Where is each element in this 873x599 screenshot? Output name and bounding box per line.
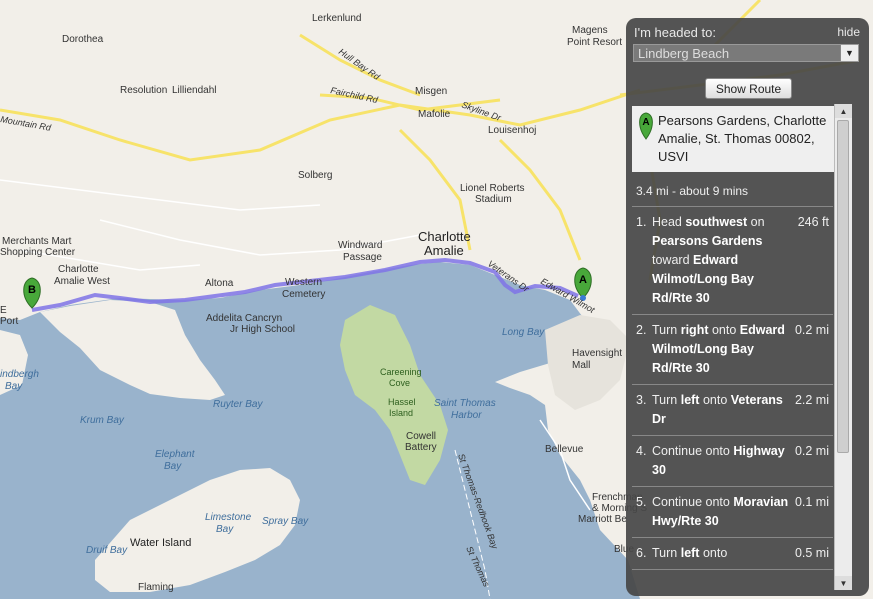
start-address: A Pearsons Gardens, Charlotte Amalie, St… bbox=[632, 106, 837, 172]
step-number: 4. bbox=[636, 444, 647, 458]
label-limestone-2: Bay bbox=[216, 524, 234, 535]
label-cowell-1: Cowell bbox=[406, 431, 436, 442]
panel-heading: I'm headed to: bbox=[634, 25, 716, 40]
destination-value: Lindberg Beach bbox=[638, 46, 730, 61]
label-cowell-2: Battery bbox=[405, 442, 437, 453]
label-limestone-1: Limestone bbox=[205, 512, 252, 523]
label-havensight-2: Mall bbox=[572, 360, 590, 371]
step-distance: 0.5 mi bbox=[794, 546, 829, 560]
step-distance: 246 ft bbox=[797, 215, 829, 229]
dropdown-arrow-icon[interactable]: ▼ bbox=[840, 45, 858, 61]
step-6[interactable]: 6. Turn left onto 0.5 mi bbox=[632, 538, 833, 570]
label-lindbergh-1: indbergh bbox=[0, 369, 39, 380]
start-address-text: Pearsons Gardens, Charlotte Amalie, St. … bbox=[658, 113, 827, 164]
svg-text:A: A bbox=[642, 117, 649, 128]
label-louisenhoj: Louisenhoj bbox=[488, 125, 536, 136]
step-number: 1. bbox=[636, 215, 647, 229]
show-route-button[interactable]: Show Route bbox=[705, 78, 792, 99]
label-bellevue: Bellevue bbox=[545, 444, 584, 455]
label-long-bay: Long Bay bbox=[502, 327, 545, 338]
label-addelita-2: Jr High School bbox=[230, 324, 295, 335]
label-merchants-1: Merchants Mart bbox=[2, 236, 72, 247]
label-marriott: Marriott Be bbox=[578, 514, 627, 525]
step-number: 2. bbox=[636, 323, 647, 337]
label-e: E bbox=[0, 305, 7, 316]
label-mafolie: Mafolie bbox=[418, 109, 451, 120]
label-resolution: Resolution bbox=[120, 85, 167, 96]
svg-text:B: B bbox=[28, 284, 36, 296]
label-krum: Krum Bay bbox=[80, 415, 125, 426]
directions-panel: I'm headed to: hide Lindberg Beach ▼ Sho… bbox=[626, 18, 869, 596]
step-distance: 2.2 mi bbox=[794, 393, 829, 407]
label-water-island: Water Island bbox=[130, 537, 191, 549]
marker-a-icon: A bbox=[639, 112, 653, 140]
label-western-1: Western bbox=[285, 277, 322, 288]
step-2[interactable]: 2. Turn right onto Edward Wilmot/Long Ba… bbox=[632, 315, 833, 385]
scroll-up-icon[interactable]: ▲ bbox=[835, 104, 852, 118]
label-havensight-1: Havensight bbox=[572, 348, 622, 359]
directions-scrollbar[interactable]: ▲ ▼ bbox=[834, 104, 852, 590]
label-careening-2: Cove bbox=[389, 378, 410, 388]
label-addelita-1: Addelita Cancryn bbox=[206, 313, 282, 324]
step-1[interactable]: 1. Head southwest on Pearsons Gardens to… bbox=[632, 207, 833, 315]
label-druif: Druif Bay bbox=[86, 545, 128, 556]
step-distance: 0.1 mi bbox=[794, 495, 829, 509]
hide-link[interactable]: hide bbox=[837, 25, 860, 39]
label-lindbergh-2: Bay bbox=[5, 381, 23, 392]
directions-list[interactable]: A Pearsons Gardens, Charlotte Amalie, St… bbox=[632, 106, 855, 590]
step-number: 3. bbox=[636, 393, 647, 407]
label-port: Port bbox=[0, 316, 19, 327]
label-careening-1: Careening bbox=[380, 367, 422, 377]
step-3[interactable]: 3. Turn left onto Veterans Dr 2.2 mi bbox=[632, 385, 833, 436]
label-dorothea: Dorothea bbox=[62, 34, 104, 45]
step-5[interactable]: 5. Continue onto Moravian Hwy/Rte 30 0.1… bbox=[632, 487, 833, 538]
label-charlotte-1: Charlotte bbox=[418, 229, 471, 244]
scrollbar-thumb[interactable] bbox=[837, 120, 849, 453]
step-distance: 0.2 mi bbox=[794, 323, 829, 337]
step-number: 6. bbox=[636, 546, 647, 560]
step-4[interactable]: 4. Continue onto Highway 30 0.2 mi bbox=[632, 436, 833, 487]
label-windward-1: Windward bbox=[338, 240, 382, 251]
label-spray-bay: Spray Bay bbox=[262, 516, 309, 527]
label-solberg: Solberg bbox=[298, 170, 332, 181]
label-merchants-2: Shopping Center bbox=[0, 247, 76, 258]
label-ruyter: Ruyter Bay bbox=[213, 399, 263, 410]
label-flamingo: Flaming bbox=[138, 582, 174, 593]
label-lionel-1: Lionel Roberts bbox=[460, 183, 524, 194]
destination-select[interactable]: Lindberg Beach ▼ bbox=[633, 44, 859, 62]
label-saint-thomas-2: Harbor bbox=[451, 410, 482, 421]
label-charlotte-2: Amalie bbox=[424, 243, 464, 258]
label-point-resort: Point Resort bbox=[567, 37, 622, 48]
label-lionel-2: Stadium bbox=[475, 194, 512, 205]
label-saint-thomas-1: Saint Thomas bbox=[434, 398, 496, 409]
svg-text:A: A bbox=[579, 274, 587, 286]
label-western-2: Cemetery bbox=[282, 289, 325, 300]
label-lilliendahl: Lilliendahl bbox=[172, 85, 216, 96]
step-distance: 0.2 mi bbox=[794, 444, 829, 458]
label-hassel-1: Hassel bbox=[388, 397, 416, 407]
label-elephant-1: Elephant bbox=[155, 449, 196, 460]
label-misgen: Misgen bbox=[415, 86, 447, 97]
label-windward-2: Passage bbox=[343, 252, 382, 263]
label-elephant-2: Bay bbox=[164, 461, 182, 472]
label-hassel-2: Island bbox=[389, 408, 413, 418]
route-summary: 3.4 mi - about 9 mins bbox=[632, 172, 833, 207]
label-lerkenlund: Lerkenlund bbox=[312, 13, 361, 24]
label-altona: Altona bbox=[205, 278, 234, 289]
label-charlotte-west-1: Charlotte bbox=[58, 264, 99, 275]
label-charlotte-west-2: Amalie West bbox=[54, 276, 110, 287]
scroll-down-icon[interactable]: ▼ bbox=[835, 576, 852, 590]
step-number: 5. bbox=[636, 495, 647, 509]
label-magens: Magens bbox=[572, 25, 608, 36]
